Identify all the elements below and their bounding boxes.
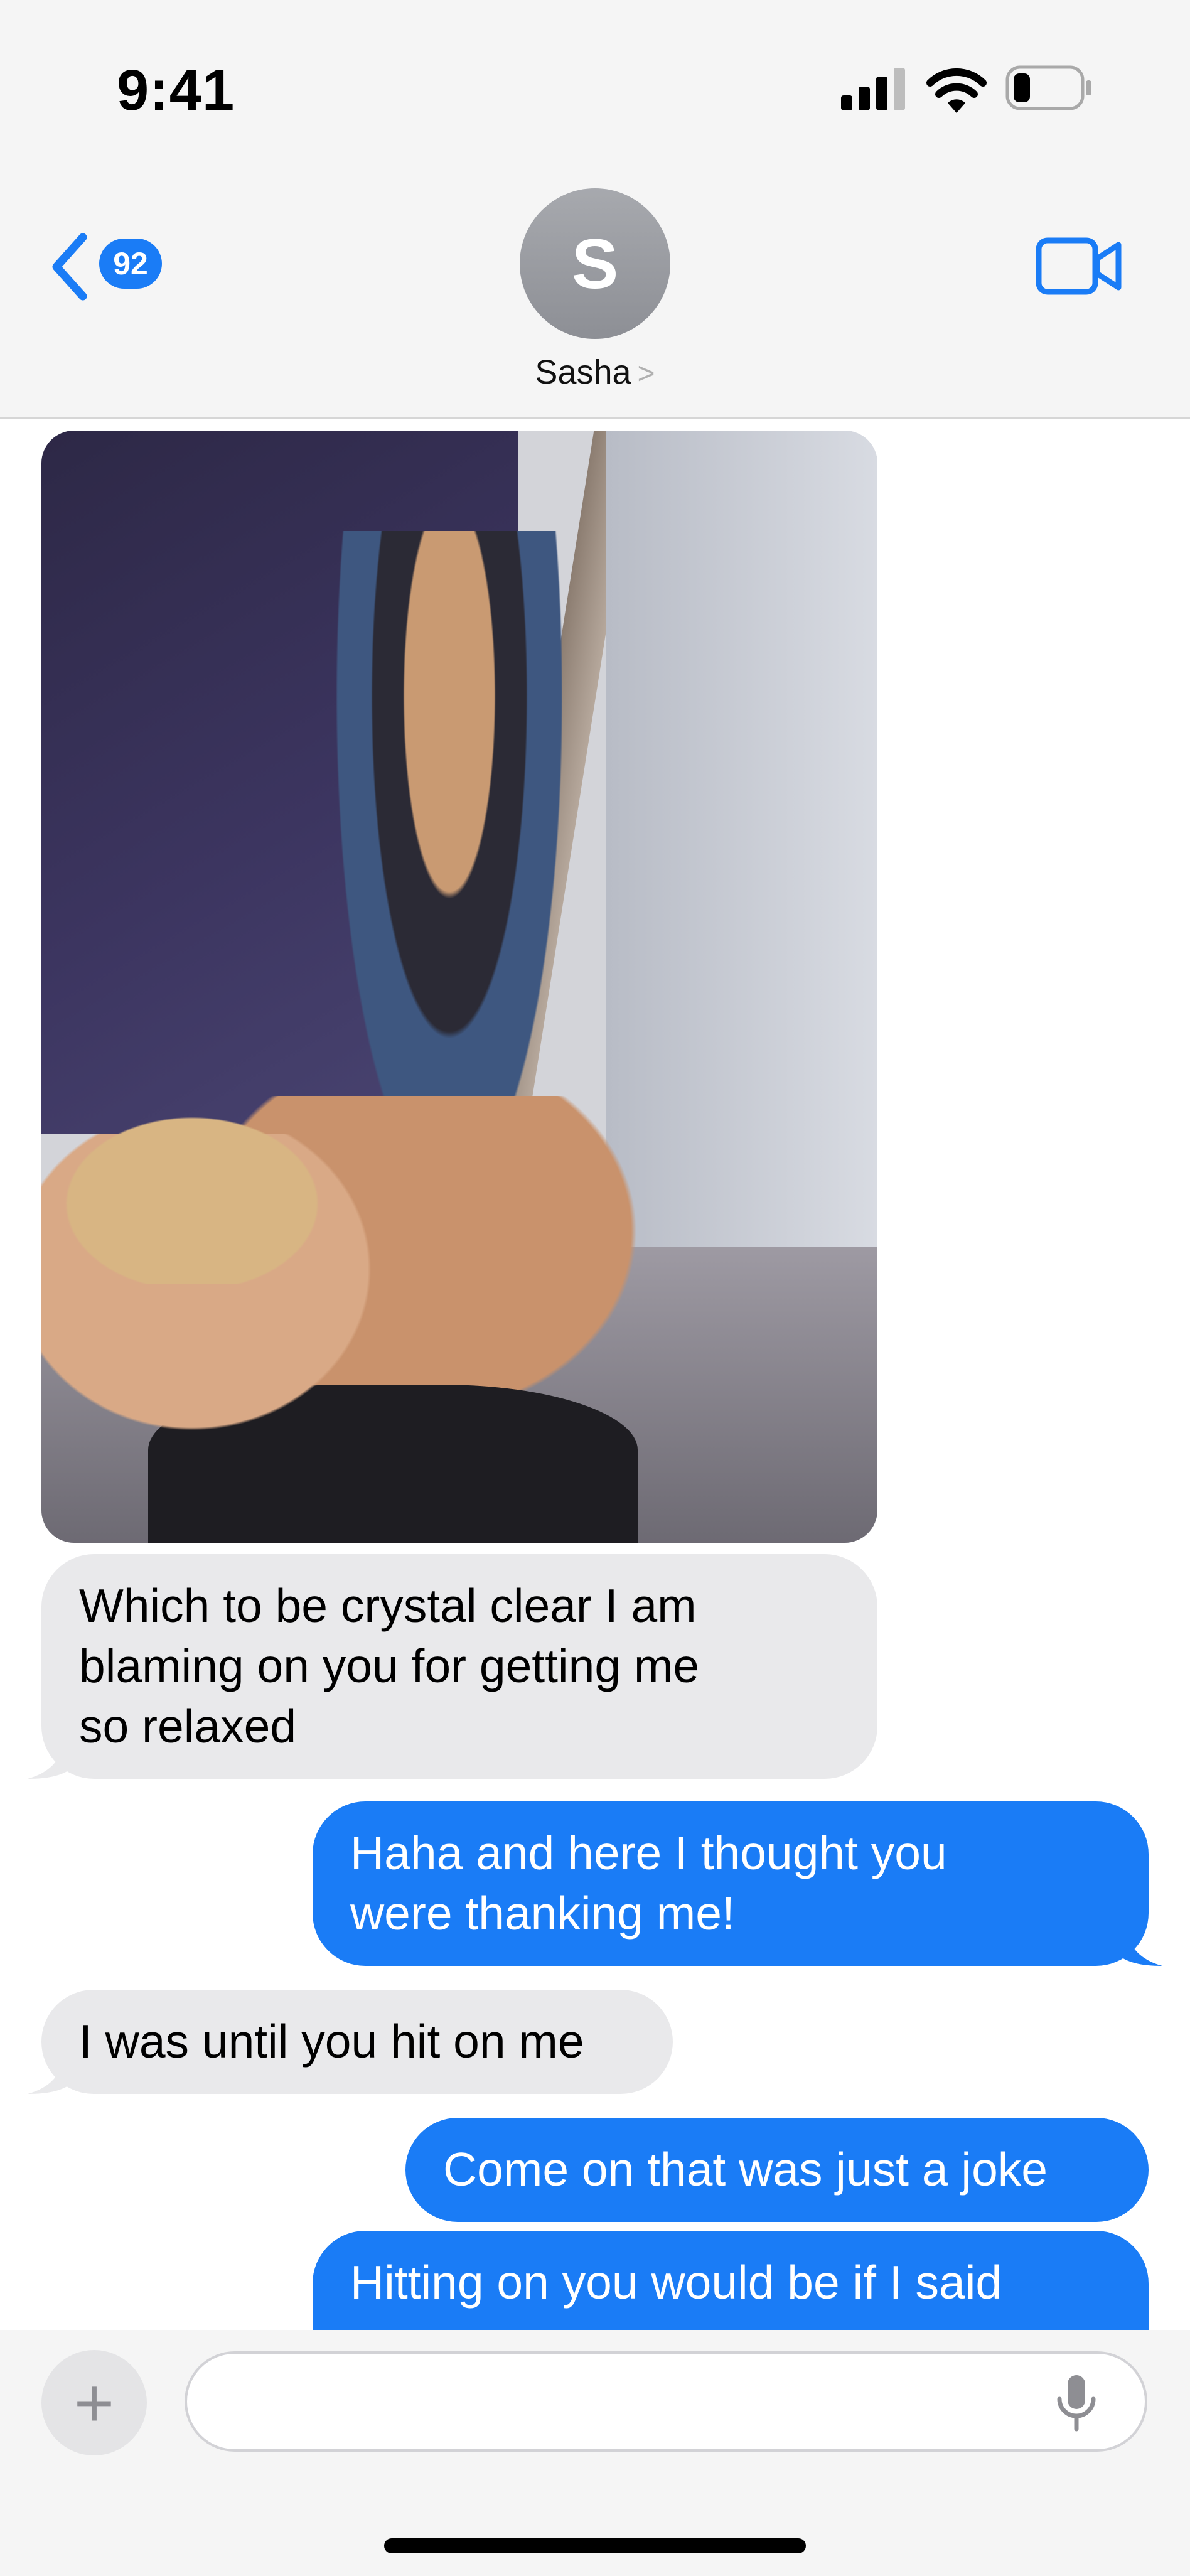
incoming-message[interactable]: I was until you hit on me	[41, 1990, 673, 2094]
bubble-tail	[28, 1740, 75, 1779]
add-attachment-button[interactable]: +	[41, 2350, 147, 2455]
microphone-icon[interactable]	[1054, 2374, 1098, 2434]
outgoing-message[interactable]: Haha and here I thought you were thankin…	[313, 1801, 1149, 1966]
chevron-right-icon: >	[637, 357, 655, 390]
cellular-signal-icon	[841, 68, 905, 110]
contact-name: Sasha	[535, 353, 631, 391]
message-input[interactable]	[185, 2351, 1147, 2452]
bubble-tail	[28, 2055, 75, 2094]
navigation-header: 9:41 92 S Sasha >	[0, 0, 1190, 419]
photo-message[interactable]	[41, 431, 877, 1543]
video-camera-icon[interactable]	[1036, 237, 1122, 295]
contact-name-button[interactable]: Sasha >	[0, 353, 1190, 392]
home-indicator[interactable]	[384, 2538, 806, 2553]
back-button[interactable]: 92	[48, 232, 173, 301]
chevron-left-icon	[52, 233, 87, 301]
bubble-tail	[1115, 1927, 1162, 1966]
status-time: 9:41	[117, 58, 235, 122]
wifi-icon	[926, 68, 987, 113]
battery-icon	[1005, 65, 1091, 110]
incoming-message[interactable]: Which to be crystal clear I am blaming o…	[41, 1554, 877, 1779]
outgoing-message[interactable]: Come on that was just a joke	[405, 2118, 1149, 2222]
contact-avatar[interactable]: S	[520, 188, 670, 339]
unread-count-badge: 92	[99, 239, 162, 289]
photo-mirror-reflection	[336, 531, 562, 1190]
